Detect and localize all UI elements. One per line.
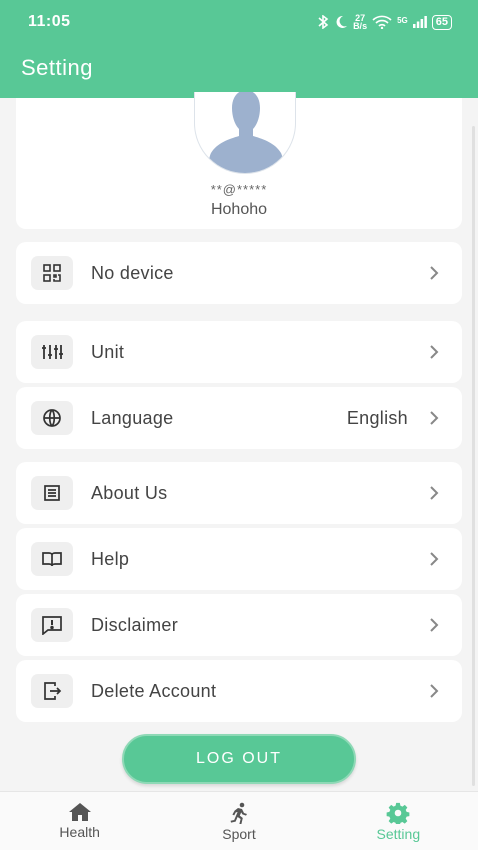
- profile-card[interactable]: **@***** Hohoho: [16, 92, 462, 229]
- nav-tab-sport[interactable]: Sport: [159, 792, 318, 850]
- book-icon: [42, 552, 62, 567]
- bluetooth-icon: [318, 15, 329, 29]
- running-icon: [230, 802, 247, 824]
- qr-code-icon: [43, 264, 61, 282]
- language-value: English: [346, 407, 408, 428]
- menu-item-help[interactable]: Help: [16, 528, 462, 590]
- menu-item-device[interactable]: No device: [16, 242, 462, 304]
- battery-level: 65: [431, 14, 452, 30]
- document-icon: [44, 485, 60, 501]
- nav-tab-setting[interactable]: Setting: [319, 792, 478, 850]
- chevron-right-icon: [430, 345, 439, 359]
- nav-label-sport: Sport: [222, 826, 256, 842]
- page-title: Setting: [21, 55, 93, 80]
- chevron-right-icon: [430, 486, 439, 500]
- menu-label-device: No device: [91, 262, 174, 283]
- chevron-right-icon: [430, 411, 439, 425]
- status-bar: 11:05 27 B/s 5G 65: [0, 0, 478, 44]
- status-time: 11:05: [28, 13, 71, 30]
- wifi-icon: [372, 15, 392, 29]
- menu-label-about-us: About Us: [91, 482, 168, 503]
- moon-icon: [336, 15, 348, 28]
- menu-item-delete-account[interactable]: Delete Account: [16, 660, 462, 722]
- app-header: 11:05 27 B/s 5G 65 Setting: [0, 0, 478, 98]
- menu-label-language: Language: [91, 407, 174, 428]
- menu-label-disclaimer: Disclaimer: [91, 614, 179, 635]
- scrollbar[interactable]: [472, 126, 475, 786]
- chevron-right-icon: [430, 618, 439, 632]
- gear-icon: [386, 802, 410, 824]
- alert-message-icon: [42, 616, 62, 635]
- exit-icon: [44, 682, 62, 700]
- avatar[interactable]: [194, 92, 296, 174]
- nav-tab-health[interactable]: Health: [0, 792, 159, 850]
- globe-icon: [43, 409, 61, 427]
- logout-button[interactable]: LOG OUT: [122, 734, 356, 784]
- network-speed-unit: B/s: [353, 21, 368, 31]
- signal-icon: [412, 16, 427, 28]
- menu-label-help: Help: [91, 548, 130, 569]
- menu-item-unit[interactable]: Unit: [16, 321, 462, 383]
- network-type: 5G: [397, 16, 408, 25]
- default-avatar-icon: [208, 92, 284, 173]
- menu-label-unit: Unit: [91, 341, 125, 362]
- menu-item-about-us[interactable]: About Us: [16, 462, 462, 524]
- home-icon: [68, 803, 91, 821]
- bottom-nav: Health Sport Setting: [0, 791, 478, 850]
- nav-label-setting: Setting: [376, 826, 421, 842]
- profile-email: **@*****: [210, 182, 268, 197]
- chevron-right-icon: [430, 684, 439, 698]
- status-icons: 27 B/s 5G 65: [317, 14, 452, 31]
- menu-item-disclaimer[interactable]: Disclaimer: [16, 594, 462, 656]
- menu-label-delete-account: Delete Account: [91, 680, 217, 701]
- menu-item-language[interactable]: Language English: [16, 387, 462, 449]
- nav-label-health: Health: [59, 824, 100, 840]
- profile-name: Hohoho: [210, 201, 268, 218]
- chevron-right-icon: [430, 552, 439, 566]
- chevron-right-icon: [430, 266, 439, 280]
- sliders-icon: [42, 345, 63, 359]
